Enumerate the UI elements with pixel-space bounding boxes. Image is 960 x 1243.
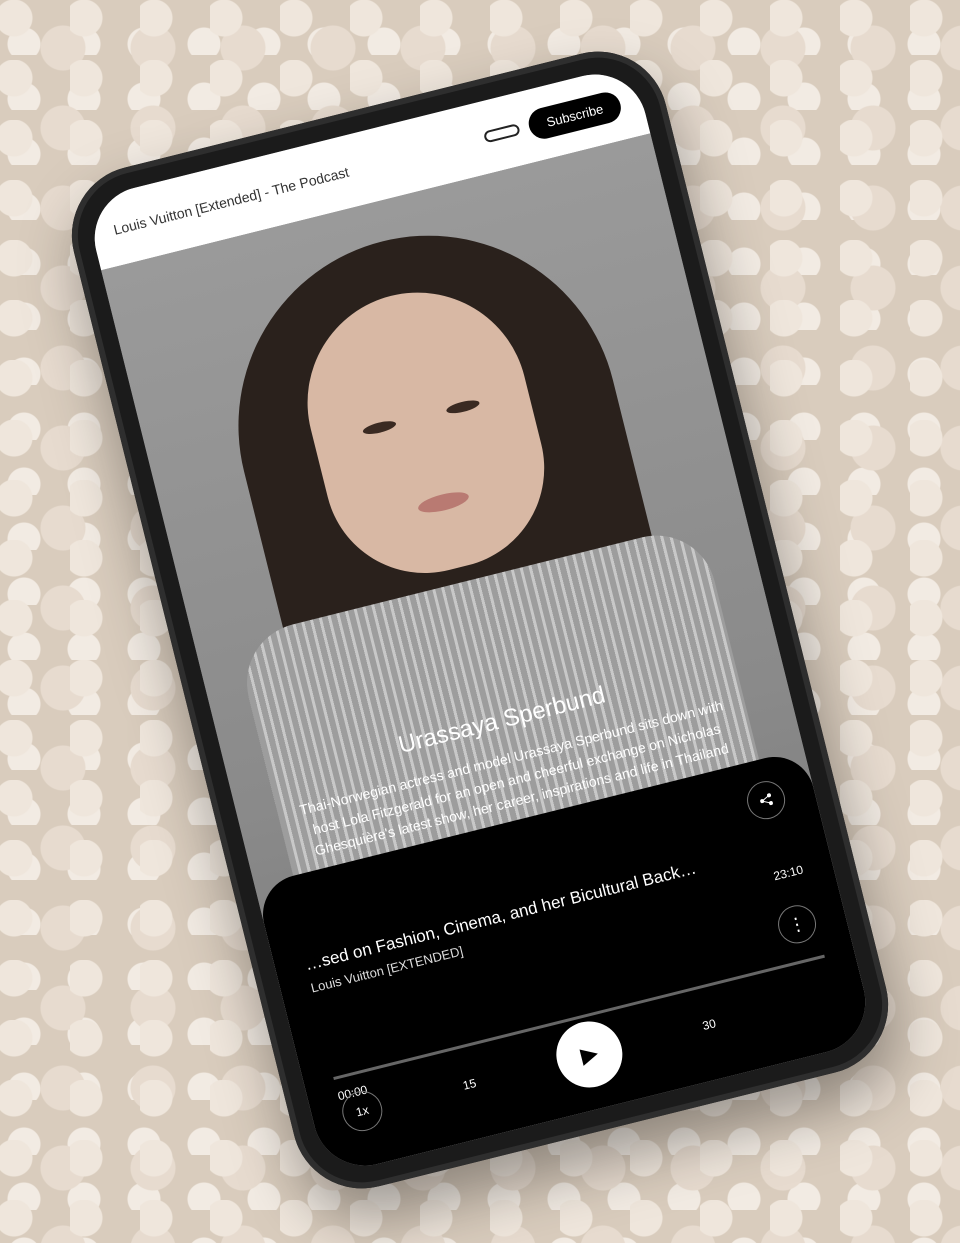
rewind-15-icon[interactable]: 15 xyxy=(446,1061,492,1107)
play-icon[interactable]: ▶ xyxy=(549,1014,630,1095)
eye-right xyxy=(445,397,481,416)
player-show-name: Louis Vuitton [EXTENDED] xyxy=(309,943,465,996)
eye-left xyxy=(361,418,398,437)
more-vertical-icon[interactable]: ⋮ xyxy=(774,901,821,948)
small-outline-button[interactable] xyxy=(483,123,521,144)
player-episode-title: …sed on Fashion, Cinema, and her Bicultu… xyxy=(302,858,699,975)
player-controls: 1x 15 ▶ 30 xyxy=(334,960,842,1150)
phone-screen: Louis Vuitton [Extended] - The Podcast S… xyxy=(83,63,877,1177)
subscribe-button[interactable]: Subscribe xyxy=(525,88,625,142)
scene: Louis Vuitton [Extended] - The Podcast S… xyxy=(0,0,960,1243)
controls-spacer xyxy=(792,975,838,1021)
lips xyxy=(416,488,471,517)
speed-button[interactable]: 1x xyxy=(338,1086,387,1136)
rewind-label: 15 xyxy=(461,1075,478,1093)
progress-fill xyxy=(333,1077,334,1080)
phone: Louis Vuitton [Extended] - The Podcast S… xyxy=(57,36,903,1204)
share-icon[interactable] xyxy=(743,777,790,824)
forward-30-icon[interactable]: 30 xyxy=(686,1002,732,1048)
forward-label: 30 xyxy=(701,1016,718,1033)
